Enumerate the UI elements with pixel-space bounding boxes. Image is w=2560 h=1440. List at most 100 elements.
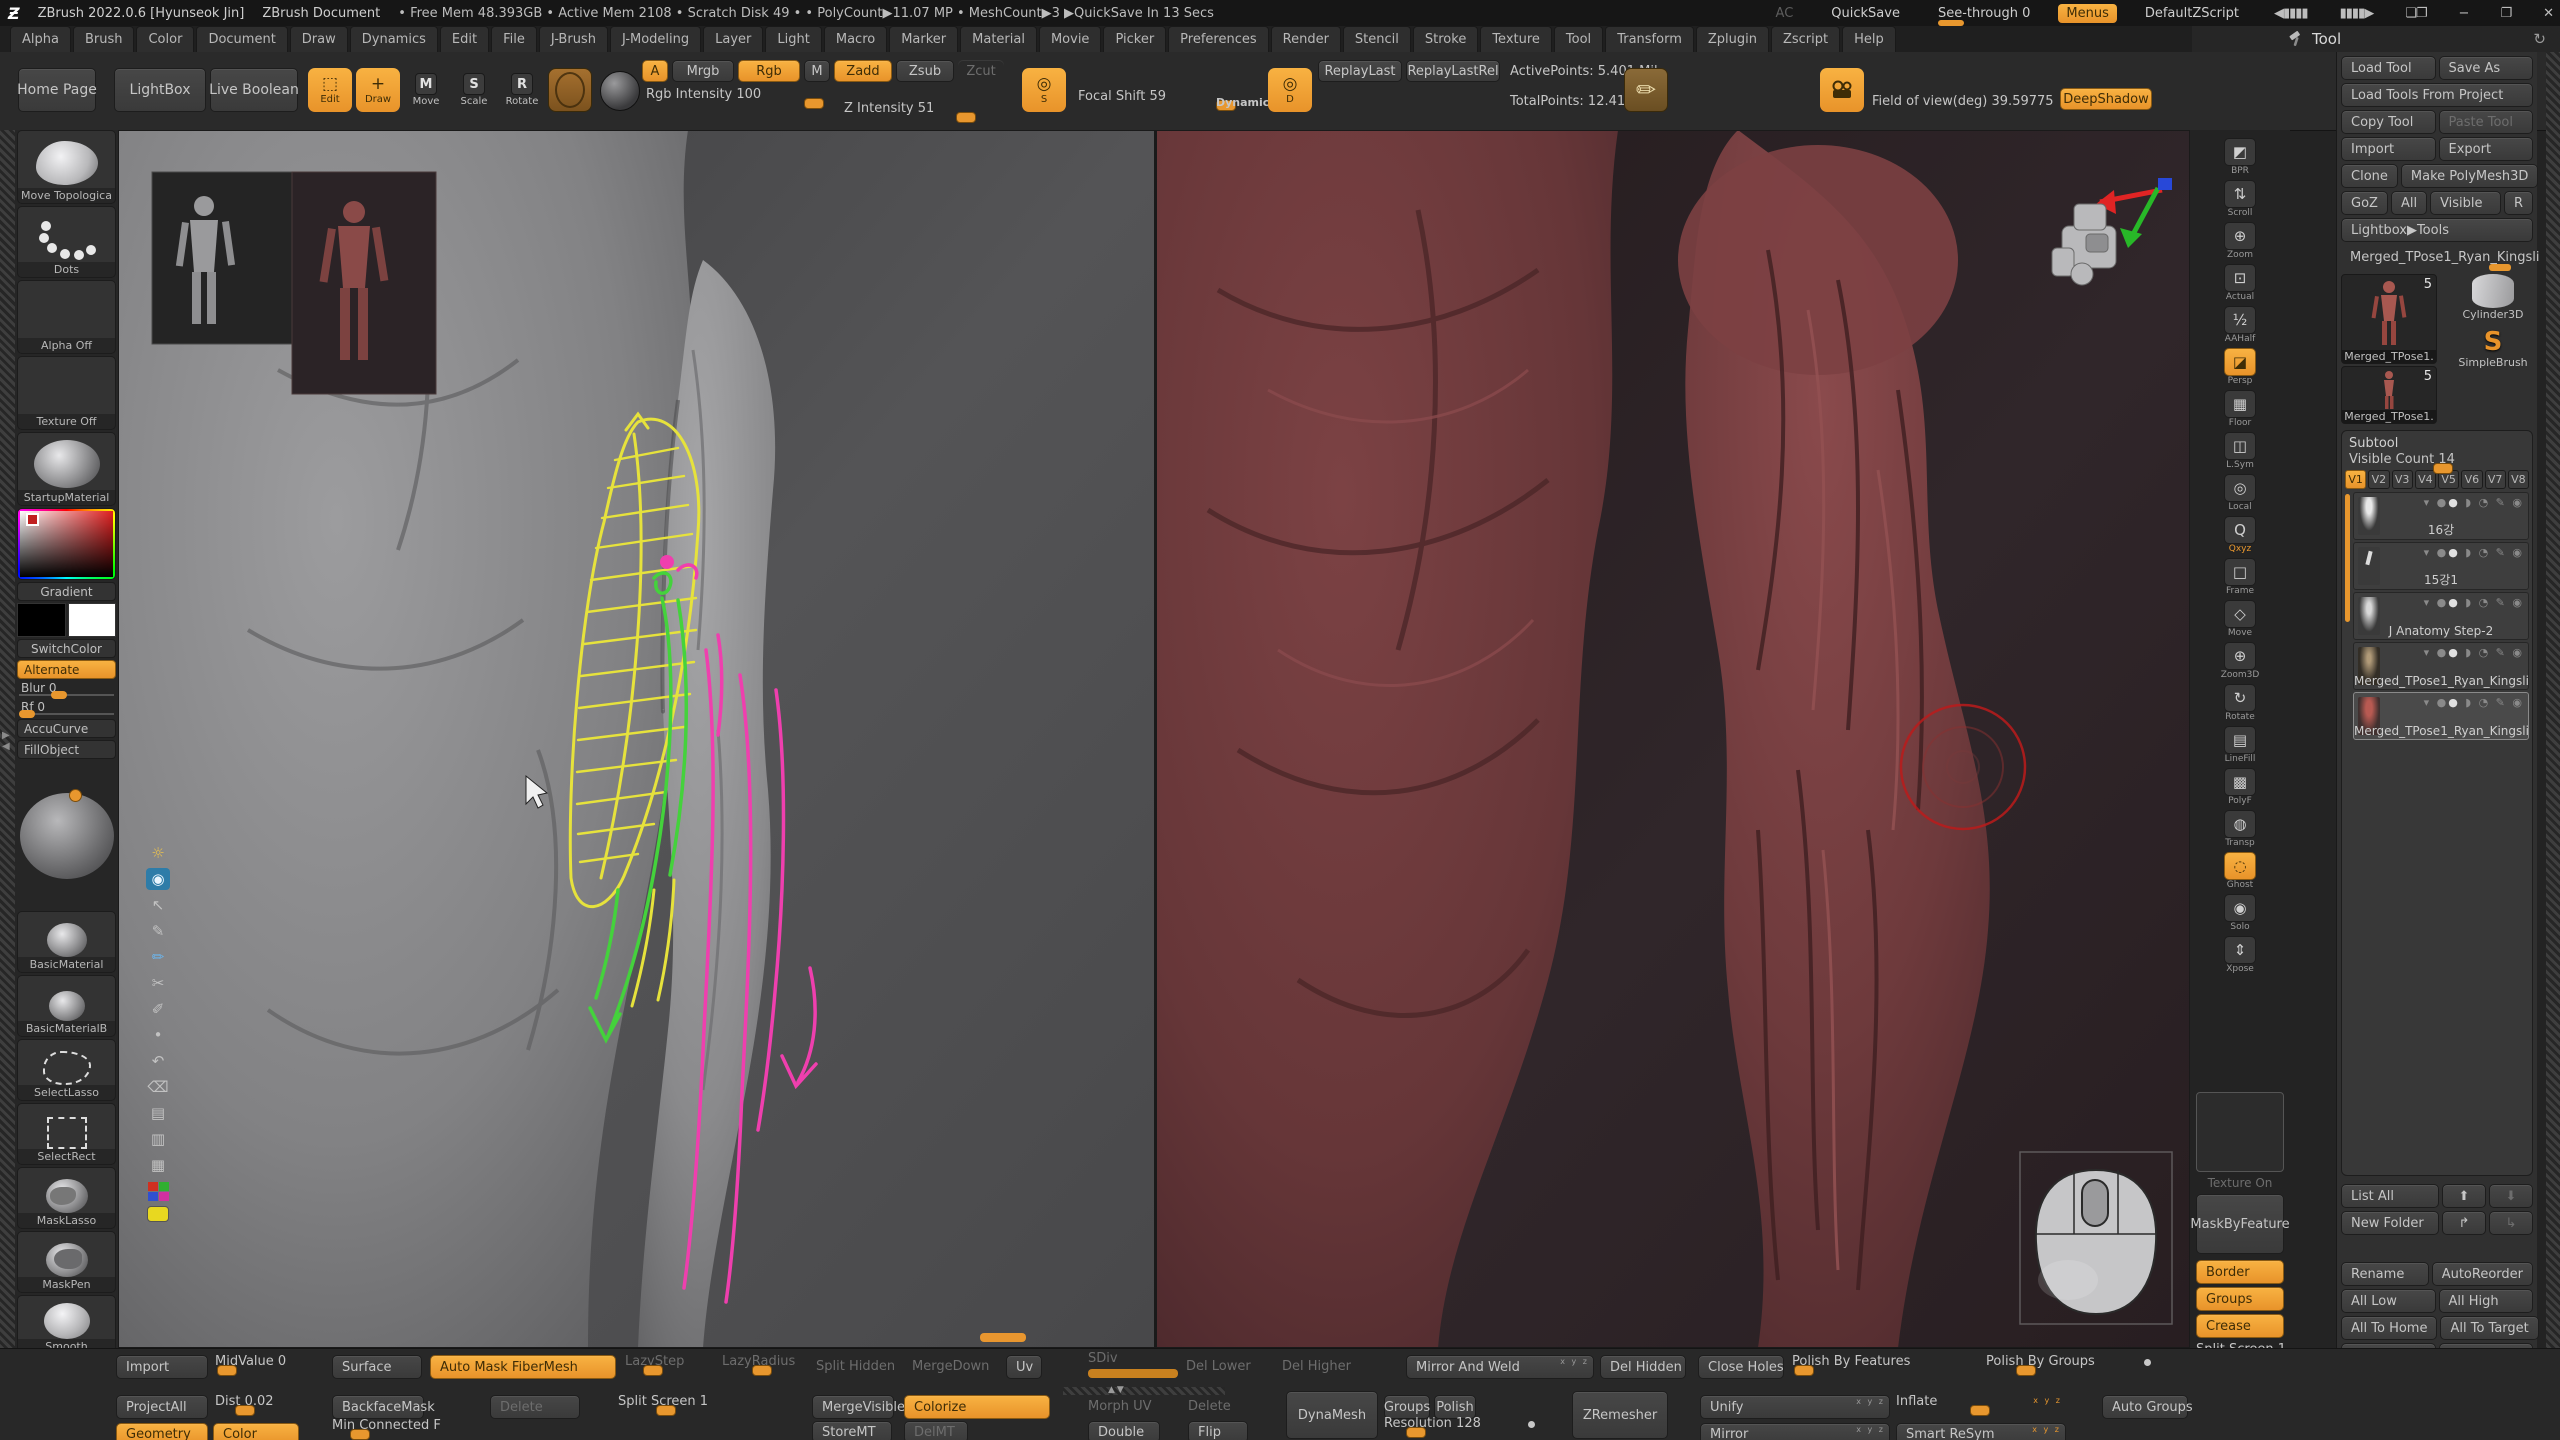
- eye-icon[interactable]: ◉: [146, 868, 170, 890]
- move-up-button[interactable]: ⬆: [2442, 1184, 2486, 1208]
- right-shelf-item[interactable]: ▦ Floor: [2190, 390, 2290, 429]
- switch-color-button[interactable]: SwitchColor: [17, 639, 116, 658]
- shelf-item-icon[interactable]: ⊡: [2224, 264, 2256, 292]
- menu-item[interactable]: Stencil: [1343, 26, 1411, 52]
- subtool-header[interactable]: Subtool: [2345, 434, 2529, 453]
- load-tools-from-project-button[interactable]: Load Tools From Project: [2341, 83, 2533, 107]
- shelf-item-icon[interactable]: ▤: [2224, 726, 2256, 754]
- menu-item[interactable]: Material: [960, 26, 1037, 52]
- menu-item[interactable]: Stroke: [1413, 26, 1478, 52]
- active-tool-name[interactable]: Merged_TPose1_Ryan_Kingsli: [2341, 245, 2549, 269]
- mergedown-button[interactable]: MergeDown: [912, 1359, 989, 1383]
- geometry-button[interactable]: Geometry: [116, 1423, 208, 1440]
- right-shelf-item[interactable]: ½ AAHalf: [2190, 306, 2290, 345]
- colorize-button[interactable]: Colorize: [904, 1395, 1050, 1419]
- rf-slider[interactable]: Rf 0: [17, 700, 116, 717]
- draw-size-dynamic-button[interactable]: ◎D: [1268, 68, 1312, 112]
- zremesher-button[interactable]: ZRemesher: [1572, 1391, 1668, 1439]
- menu-item[interactable]: Macro: [824, 26, 887, 52]
- right-shelf-item[interactable]: ◫ L.Sym: [2190, 432, 2290, 471]
- deep-shadow-button[interactable]: DeepShadow: [2060, 88, 2152, 110]
- shelf-item-icon[interactable]: ↻: [2224, 684, 2256, 712]
- shelf-item-icon[interactable]: ▦: [2224, 390, 2256, 418]
- menu-item[interactable]: Zscript: [1771, 26, 1840, 52]
- move-into-folder-button[interactable]: ↱: [2442, 1211, 2486, 1235]
- all-to-home-button[interactable]: All To Home: [2341, 1316, 2437, 1340]
- home-page-button[interactable]: Home Page: [18, 68, 96, 112]
- smooth-slot[interactable]: Smooth: [17, 1295, 116, 1355]
- right-shelf-item[interactable]: ⇕ Xpose: [2190, 936, 2290, 975]
- alpha-channel-button[interactable]: A: [642, 60, 668, 82]
- shelf-item-icon[interactable]: ◫: [2224, 432, 2256, 460]
- brush-slot[interactable]: Move Topologica: [17, 130, 116, 204]
- zadd-button[interactable]: Zadd: [834, 60, 892, 82]
- subtool-tab[interactable]: V7: [2485, 470, 2506, 489]
- subtool-tab[interactable]: V3: [2392, 470, 2413, 489]
- move-down-button[interactable]: ⬇: [2489, 1184, 2533, 1208]
- goz-all-button[interactable]: All: [2391, 191, 2427, 215]
- scale-mode-button[interactable]: SScale: [452, 68, 496, 112]
- uv-button[interactable]: Uv: [1006, 1355, 1042, 1379]
- lamp-icon[interactable]: ☼: [146, 842, 170, 864]
- subtool-row[interactable]: ▾ ●● ◗ ◔ ✎ ◉ Merged_TPose1_Ryan_Kingslie…: [2353, 642, 2529, 690]
- shelf-item-icon[interactable]: ◍: [2224, 810, 2256, 838]
- export-button[interactable]: Export: [2439, 137, 2534, 161]
- color-picker[interactable]: [17, 508, 116, 580]
- brush-curve-preview[interactable]: [17, 761, 116, 911]
- crease-button[interactable]: Crease: [2196, 1314, 2284, 1338]
- zcut-button[interactable]: Zcut: [958, 60, 1004, 82]
- shelf-item-icon[interactable]: ◇: [2224, 600, 2256, 628]
- right-shelf-item[interactable]: ⊡ Actual: [2190, 264, 2290, 303]
- lightbox-button[interactable]: LightBox: [114, 68, 206, 112]
- tool-thumb-simplebrush[interactable]: S SimpleBrush: [2453, 328, 2533, 369]
- alpha-slot[interactable]: Alpha Off: [17, 280, 116, 354]
- marker-icon[interactable]: ✐: [146, 998, 170, 1020]
- close-holes-button[interactable]: Close Holes: [1698, 1355, 1784, 1379]
- trash-icon[interactable]: ⌫: [146, 1076, 170, 1098]
- mrgb-button[interactable]: Mrgb: [672, 60, 734, 82]
- backface-mask-button[interactable]: BackfaceMask: [332, 1395, 424, 1419]
- draw-mode-button[interactable]: +Draw: [356, 68, 400, 112]
- lazyradius-slider[interactable]: LazyRadius: [722, 1355, 814, 1369]
- right-shelf-item[interactable]: Q Qxyz: [2190, 516, 2290, 555]
- merge-visible-button[interactable]: MergeVisible: [812, 1395, 894, 1419]
- right-shelf-item[interactable]: ▩ PolyF: [2190, 768, 2290, 807]
- right-shelf-item[interactable]: □ Frame: [2190, 558, 2290, 597]
- default-zscript-button[interactable]: DefaultZScript: [2135, 6, 2249, 21]
- dist-slider[interactable]: Dist 0.02: [215, 1395, 315, 1409]
- smart-resym-button[interactable]: Smart ReSymx y z: [1896, 1423, 2066, 1440]
- dot-icon[interactable]: •: [146, 1024, 170, 1046]
- menu-item[interactable]: Document: [196, 26, 287, 52]
- import-button[interactable]: Import: [2341, 137, 2436, 161]
- stroke-slot[interactable]: Dots: [17, 206, 116, 278]
- import-mesh-button[interactable]: Import: [116, 1355, 208, 1379]
- texture-slot[interactable]: Texture Off: [17, 356, 116, 430]
- menu-item[interactable]: J-Modeling: [610, 26, 701, 52]
- layout-windows-icon[interactable]: ❏❐: [2398, 6, 2433, 21]
- right-shelf-item[interactable]: ↻ Rotate: [2190, 684, 2290, 723]
- shelf-item-icon[interactable]: ◎: [2224, 474, 2256, 502]
- subtool-tab[interactable]: V1: [2345, 470, 2366, 489]
- sdiv-slider[interactable]: SDiv: [1088, 1351, 1118, 1366]
- yellow-swatch-icon[interactable]: [147, 1206, 169, 1222]
- dynamic-label[interactable]: Dynamic: [1216, 96, 1269, 109]
- document-canvas[interactable]: ☼ ◉ ↖ ✎ ✏ ✂ ✐ • ↶ ⌫ ▤ ▥ ▦: [118, 130, 2190, 1348]
- move-out-folder-button[interactable]: ↳: [2489, 1211, 2533, 1235]
- auto-mask-fibermesh-button[interactable]: Auto Mask FiberMesh: [430, 1355, 616, 1379]
- polish-by-features-slider[interactable]: Polish By Features: [1792, 1355, 1942, 1369]
- ac-toggle[interactable]: AC: [1766, 6, 1804, 21]
- shelf-item-icon[interactable]: ▩: [2224, 768, 2256, 796]
- menu-item[interactable]: Preferences: [1168, 26, 1268, 52]
- shelf-item-icon[interactable]: ½: [2224, 306, 2256, 334]
- lazystep-slider[interactable]: LazyStep: [625, 1355, 709, 1369]
- move-mode-button[interactable]: MMove: [404, 68, 448, 112]
- accucurve-button[interactable]: AccuCurve: [17, 719, 116, 738]
- menu-item[interactable]: Movie: [1039, 26, 1101, 52]
- m-button[interactable]: M: [804, 60, 830, 82]
- unify-button[interactable]: Unifyx y z: [1700, 1395, 1890, 1419]
- flip-button[interactable]: Flip: [1188, 1421, 1248, 1440]
- right-shelf-item[interactable]: ◌ Ghost: [2190, 852, 2290, 891]
- menu-item[interactable]: Picker: [1103, 26, 1166, 52]
- right-shelf-item[interactable]: ◉ Solo: [2190, 894, 2290, 933]
- shelf-item-icon[interactable]: ⊕: [2224, 642, 2256, 670]
